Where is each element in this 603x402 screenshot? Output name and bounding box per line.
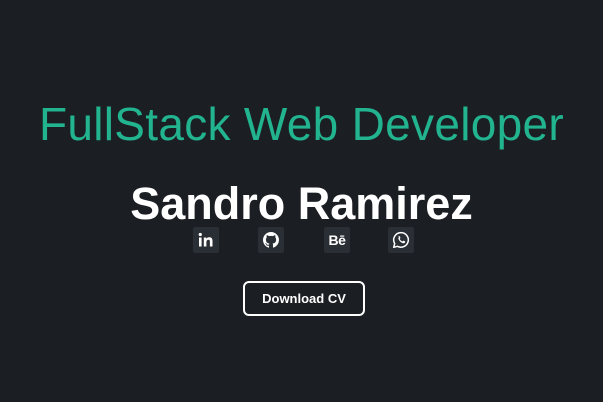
- behance-icon: Bē: [328, 232, 346, 248]
- github-icon: [263, 232, 279, 248]
- github-link[interactable]: [258, 227, 284, 253]
- hero-section: FullStack Web Developer Sandro Ramirez B…: [0, 0, 603, 402]
- linkedin-icon: [197, 231, 215, 249]
- social-links: Bē: [0, 227, 603, 253]
- download-cv-button[interactable]: Download CV: [243, 281, 365, 316]
- linkedin-link[interactable]: [193, 227, 219, 253]
- whatsapp-link[interactable]: [388, 227, 414, 253]
- behance-link[interactable]: Bē: [324, 227, 350, 253]
- whatsapp-icon: [392, 231, 410, 249]
- person-name: Sandro Ramirez: [130, 178, 473, 230]
- role-title: FullStack Web Developer: [38, 98, 565, 151]
